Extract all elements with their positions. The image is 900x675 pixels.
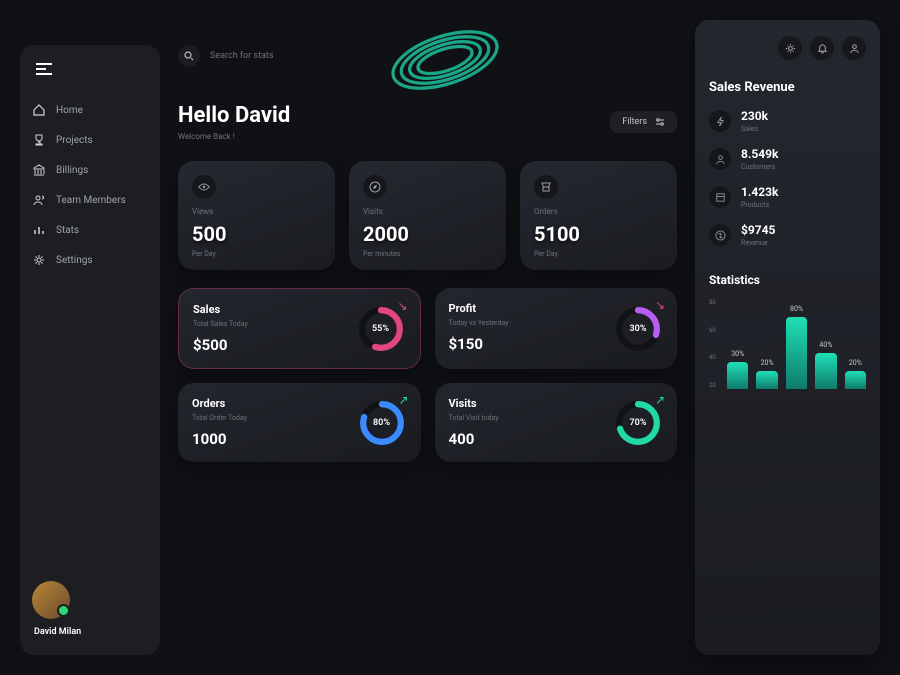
revenue-label: Products — [741, 201, 778, 209]
user-icon[interactable] — [842, 36, 866, 60]
sidebar: Home Projects Billings Team Members Stat… — [20, 45, 160, 655]
sidebar-label: Team Members — [56, 195, 126, 206]
chart-bar: 30% — [727, 362, 748, 389]
sidebar-label: Projects — [56, 135, 93, 146]
bank-icon — [32, 163, 46, 177]
sidebar-label: Settings — [56, 255, 93, 266]
ring-label: 80% — [359, 400, 405, 446]
chart-bar: 80% — [786, 317, 807, 389]
user-icon — [709, 148, 731, 170]
revenue-label: Customers — [741, 163, 778, 171]
stats-chart: 80604020 30% 20% 80% 40% 20% — [709, 299, 866, 389]
shop-icon — [534, 175, 558, 199]
bar-value: 20% — [849, 359, 862, 367]
sidebar-item-projects[interactable]: Projects — [32, 133, 148, 147]
progress-ring: 30% — [615, 306, 661, 352]
search-bar[interactable]: Search for stats — [178, 45, 677, 67]
bar-value: 20% — [761, 359, 774, 367]
metric-card-sales[interactable]: ↘ Sales Total Sales Today $500 55% — [178, 288, 421, 369]
sidebar-item-settings[interactable]: Settings — [32, 253, 148, 267]
ring-label: 30% — [615, 306, 661, 352]
stat-sub: Per Day — [534, 250, 663, 258]
revenue-label: Revenue — [741, 239, 775, 247]
nav-list: Home Projects Billings Team Members Stat… — [32, 103, 148, 267]
bolt-icon — [709, 110, 731, 132]
metric-card-orders[interactable]: ↗ Orders Total Order Today 1000 80% — [178, 383, 421, 462]
revenue-value: 8.549k — [741, 147, 778, 161]
bell-icon[interactable] — [810, 36, 834, 60]
settings-icon[interactable] — [778, 36, 802, 60]
metric-grid: ↘ Sales Total Sales Today $500 55% ↘ Pro… — [178, 288, 677, 462]
stat-card-orders[interactable]: Orders 5100 Per Day — [520, 161, 677, 270]
compass-icon — [363, 175, 387, 199]
revenue-item-sales: 230k Sales — [709, 109, 866, 133]
stat-sub: Per Day — [192, 250, 321, 258]
filters-label: Filters — [622, 117, 647, 127]
eye-icon — [192, 175, 216, 199]
welcome-text: Welcome Back ! — [178, 132, 290, 141]
stat-sub: Per minutes — [363, 250, 492, 258]
avatar[interactable] — [32, 581, 70, 619]
progress-ring: 55% — [358, 306, 404, 352]
team-icon — [32, 193, 46, 207]
revenue-list: 230k Sales 8.549k Customers 1.423k Products $9… — [709, 109, 866, 261]
right-icon-row — [709, 36, 866, 60]
stat-label: Views — [192, 207, 321, 216]
search-icon — [178, 45, 200, 67]
sidebar-label: Billings — [56, 165, 88, 176]
statistics-title: Statistics — [709, 273, 866, 287]
filters-button[interactable]: Filters — [610, 111, 677, 133]
revenue-item-revenue: $9745 Revenue — [709, 223, 866, 247]
stat-label: Orders — [534, 207, 663, 216]
stat-card-views[interactable]: Views 500 Per Day — [178, 161, 335, 270]
revenue-title: Sales Revenue — [709, 80, 866, 95]
home-icon — [32, 103, 46, 117]
stats-icon — [32, 223, 46, 237]
search-placeholder: Search for stats — [210, 51, 274, 61]
hero: Hello David Welcome Back ! Filters — [178, 103, 677, 141]
revenue-value: $9745 — [741, 223, 775, 237]
revenue-value: 230k — [741, 109, 768, 123]
bar-value: 80% — [790, 305, 803, 313]
chart-y-labels: 80604020 — [709, 299, 716, 389]
stat-value: 2000 — [363, 222, 492, 246]
box-icon — [709, 186, 731, 208]
metric-card-visits[interactable]: ↗ Visits Total Visit today 400 70% — [435, 383, 678, 462]
menu-toggle-icon[interactable] — [32, 63, 148, 75]
chart-bar: 20% — [845, 371, 866, 389]
ring-label: 55% — [358, 306, 404, 352]
stat-value: 500 — [192, 222, 321, 246]
revenue-item-products: 1.423k Products — [709, 185, 866, 209]
revenue-label: Sales — [741, 125, 768, 133]
stat-cards: Views 500 Per Day Visits 2000 Per minute… — [178, 161, 677, 270]
chart-bar: 40% — [815, 353, 836, 389]
main-content: Search for stats Hello David Welcome Bac… — [160, 45, 695, 655]
stat-card-visits[interactable]: Visits 2000 Per minutes — [349, 161, 506, 270]
sidebar-item-stats[interactable]: Stats — [32, 223, 148, 237]
gear-icon — [32, 253, 46, 267]
chart-bar: 20% — [756, 371, 777, 389]
greeting: Hello David — [178, 103, 290, 128]
user-name: David Milan — [32, 627, 81, 637]
trophy-icon — [32, 133, 46, 147]
bar-value: 40% — [819, 341, 832, 349]
sidebar-label: Home — [56, 105, 83, 116]
ring-label: 70% — [615, 400, 661, 446]
progress-ring: 80% — [359, 400, 405, 446]
right-panel: Sales Revenue 230k Sales 8.549k Customers 1.… — [695, 20, 880, 655]
sidebar-item-home[interactable]: Home — [32, 103, 148, 117]
sidebar-item-team[interactable]: Team Members — [32, 193, 148, 207]
sidebar-footer: David Milan — [32, 581, 148, 637]
sliders-icon — [655, 117, 665, 127]
sidebar-item-billings[interactable]: Billings — [32, 163, 148, 177]
stat-label: Visits — [363, 207, 492, 216]
bar-value: 30% — [731, 350, 744, 358]
revenue-value: 1.423k — [741, 185, 778, 199]
sidebar-label: Stats — [56, 225, 79, 236]
metric-card-profit[interactable]: ↘ Profit Today vs Yesterday $150 30% — [435, 288, 678, 369]
stat-value: 5100 — [534, 222, 663, 246]
dollar-icon — [709, 224, 731, 246]
progress-ring: 70% — [615, 400, 661, 446]
revenue-item-customers: 8.549k Customers — [709, 147, 866, 171]
